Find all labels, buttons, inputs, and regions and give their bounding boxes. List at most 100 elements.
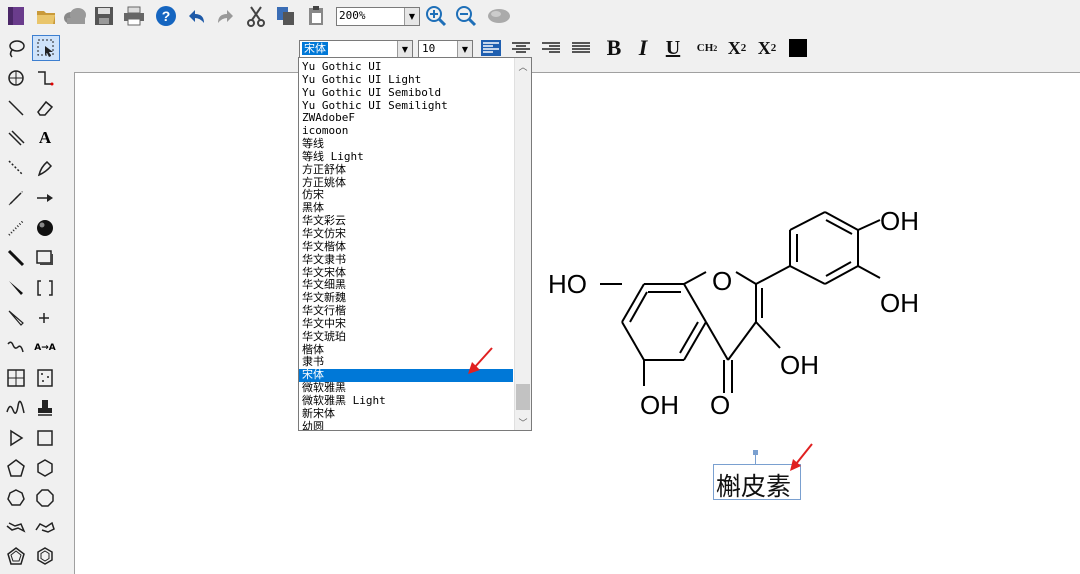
oh-3p-label: OH bbox=[880, 288, 919, 318]
redo-icon[interactable] bbox=[214, 4, 238, 28]
play-triangle-icon[interactable] bbox=[3, 426, 29, 450]
single-bond-tool-icon[interactable] bbox=[3, 96, 29, 120]
chemical-formula-button[interactable]: CH 2 bbox=[694, 37, 720, 59]
new-document-icon[interactable] bbox=[4, 4, 28, 28]
chevron-down-icon[interactable]: ▼ bbox=[397, 41, 412, 57]
heptagon-ring-icon[interactable] bbox=[3, 486, 29, 510]
chair-conformation-icon[interactable] bbox=[3, 516, 29, 540]
orbital-sphere-tool-icon[interactable] bbox=[32, 216, 58, 240]
chemical-structure[interactable]: HO O OH OH OH OH O bbox=[540, 200, 960, 430]
font-option[interactable]: 华文中宋 bbox=[299, 317, 513, 331]
font-option[interactable]: 幼圆 bbox=[299, 420, 513, 430]
chevron-down-icon[interactable]: ▼ bbox=[457, 41, 472, 57]
bold-button[interactable]: B bbox=[603, 35, 625, 60]
chevron-down-icon[interactable]: ﹀ bbox=[515, 414, 531, 430]
orbital-tool-icon[interactable] bbox=[3, 66, 29, 90]
italic-button[interactable]: I bbox=[633, 35, 653, 60]
font-option[interactable]: 华文琥珀 bbox=[299, 330, 513, 344]
font-option[interactable]: Yu Gothic UI bbox=[299, 60, 513, 74]
font-option[interactable]: 微软雅黑 bbox=[299, 381, 513, 395]
mapping-tool-icon[interactable]: A→A bbox=[32, 336, 58, 360]
chevron-down-icon[interactable]: ▼ bbox=[404, 8, 419, 25]
justify-icon bbox=[572, 42, 590, 53]
help-icon[interactable]: ? bbox=[154, 4, 178, 28]
font-option[interactable]: 华文楷体 bbox=[299, 240, 513, 254]
align-left-button[interactable] bbox=[480, 37, 502, 59]
font-option[interactable]: Yu Gothic UI Light bbox=[299, 73, 513, 87]
brackets-tool-icon[interactable] bbox=[32, 276, 58, 300]
wedge-bond-tool-icon[interactable] bbox=[3, 276, 29, 300]
align-right-button[interactable] bbox=[540, 37, 562, 59]
font-option[interactable]: icomoon bbox=[299, 124, 513, 138]
hollow-wedge-tool-icon[interactable] bbox=[3, 306, 29, 330]
font-option[interactable]: 等线 Light bbox=[299, 150, 513, 164]
cut-icon[interactable] bbox=[244, 4, 268, 28]
undo-icon[interactable] bbox=[184, 4, 208, 28]
font-option[interactable]: 方正姚体 bbox=[299, 176, 513, 190]
pen-tool-icon[interactable] bbox=[32, 156, 58, 180]
zoom-in-icon[interactable] bbox=[424, 4, 448, 28]
octagon-ring-icon[interactable] bbox=[32, 486, 58, 510]
drawing-box-tool-icon[interactable] bbox=[32, 246, 58, 270]
eraser-tool-icon[interactable] bbox=[32, 96, 58, 120]
oh-5-label: OH bbox=[640, 390, 679, 420]
underline-button[interactable]: U bbox=[662, 37, 684, 59]
arrow-tool-icon[interactable] bbox=[32, 186, 58, 210]
text-tool-icon[interactable]: A bbox=[32, 126, 58, 150]
cyclopentadiene-icon[interactable] bbox=[3, 544, 29, 568]
double-bond-tool-icon[interactable] bbox=[3, 126, 29, 150]
print-icon[interactable] bbox=[122, 4, 146, 28]
hashed-bond-tool-icon[interactable] bbox=[3, 186, 29, 210]
tlc-plate-tool-icon[interactable] bbox=[32, 366, 58, 390]
font-option[interactable]: 微软雅黑 Light bbox=[299, 394, 513, 408]
font-option[interactable]: 华文行楷 bbox=[299, 304, 513, 318]
dropdown-scrollbar[interactable]: ︿ ﹀ bbox=[514, 58, 531, 430]
bold-bond-tool-icon[interactable] bbox=[3, 246, 29, 270]
font-family-select[interactable]: 宋体 ▼ bbox=[299, 40, 413, 58]
paste-icon[interactable] bbox=[304, 4, 328, 28]
font-option[interactable]: 方正舒体 bbox=[299, 163, 513, 177]
zoom-select[interactable]: 200% ▼ bbox=[336, 7, 420, 26]
align-center-button[interactable] bbox=[510, 37, 532, 59]
table-tool-icon[interactable] bbox=[3, 366, 29, 390]
clean-up-icon[interactable] bbox=[486, 4, 510, 28]
open-folder-icon[interactable] bbox=[34, 4, 58, 28]
cloud-icon[interactable] bbox=[62, 4, 86, 28]
spectrum-tool-icon[interactable] bbox=[3, 396, 29, 420]
charge-tool-icon[interactable] bbox=[32, 306, 58, 330]
hashed-wedge-tool-icon[interactable] bbox=[3, 216, 29, 240]
save-icon[interactable] bbox=[92, 4, 116, 28]
chevron-up-icon[interactable]: ︿ bbox=[515, 58, 531, 74]
font-option[interactable]: 仿宋 bbox=[299, 189, 513, 202]
carbonyl-oxygen-label: O bbox=[710, 390, 730, 420]
copy-icon[interactable] bbox=[274, 4, 298, 28]
square-ring-icon[interactable] bbox=[32, 426, 58, 450]
justify-button[interactable] bbox=[570, 37, 592, 59]
dashed-bond-tool-icon[interactable] bbox=[3, 156, 29, 180]
chair-conformation-alt-icon[interactable] bbox=[32, 516, 58, 540]
pentagon-ring-icon[interactable] bbox=[3, 456, 29, 480]
benzene-ring-icon[interactable] bbox=[32, 544, 58, 568]
ch2-subscript: 2 bbox=[713, 43, 718, 53]
font-size-select[interactable]: 10 ▼ bbox=[418, 40, 473, 58]
font-option[interactable]: Yu Gothic UI Semibold bbox=[299, 86, 513, 100]
subscript-button[interactable]: X2 bbox=[724, 37, 750, 59]
wavy-bond-tool-icon[interactable] bbox=[3, 336, 29, 360]
hexagon-ring-icon[interactable] bbox=[32, 456, 58, 480]
marquee-tool-icon[interactable] bbox=[32, 35, 60, 61]
scrollbar-thumb[interactable] bbox=[516, 384, 530, 410]
align-left-icon bbox=[481, 40, 501, 56]
bond-chain-tool-icon[interactable] bbox=[32, 66, 58, 90]
superscript-button[interactable]: X2 bbox=[754, 37, 780, 59]
template-stamp-icon[interactable] bbox=[32, 396, 58, 420]
text-color-button[interactable] bbox=[786, 37, 810, 59]
font-option[interactable]: 华文仿宋 bbox=[299, 227, 513, 241]
font-option[interactable]: 新宋体 bbox=[299, 407, 513, 421]
superscript-label: X bbox=[757, 37, 771, 58]
lasso-tool-icon[interactable] bbox=[3, 36, 29, 60]
font-option[interactable]: 华文隶书 bbox=[299, 253, 513, 267]
font-dropdown-list[interactable]: Yu Gothic UI Yu Gothic UI Light Yu Gothic … bbox=[298, 57, 532, 431]
zoom-out-icon[interactable] bbox=[454, 4, 478, 28]
align-center-icon bbox=[512, 42, 530, 53]
font-option[interactable]: 等线 bbox=[299, 137, 513, 151]
